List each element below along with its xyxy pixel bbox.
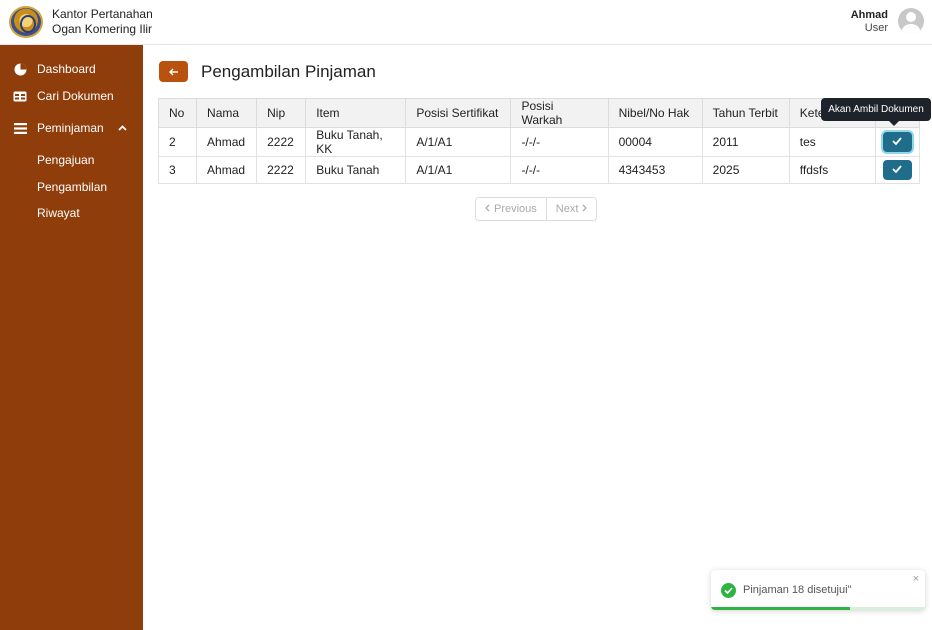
table-cell: -/-/-	[510, 156, 609, 184]
table-header-row: No Nama Nip Item Posisi Sertifikat Posis…	[157, 98, 921, 128]
table-cell: 2222	[256, 156, 307, 184]
previous-label: Previous	[494, 203, 537, 215]
table-cell: -/-/-	[510, 127, 609, 157]
org-name-line2: Ogan Komering Ilir	[52, 22, 153, 36]
chevron-left-icon	[485, 203, 490, 215]
table-icon	[12, 91, 28, 102]
main-content: Pengambilan Pinjaman No Nama Nip Item Po…	[143, 45, 932, 630]
bpn-logo-icon	[9, 6, 43, 38]
close-icon[interactable]: ×	[913, 573, 919, 585]
table-cell: Buku Tanah, KK	[305, 127, 407, 157]
approve-take-button[interactable]	[882, 132, 912, 152]
approve-take-button[interactable]	[882, 160, 912, 180]
table-cell-action	[874, 156, 921, 184]
previous-page-button[interactable]: Previous	[476, 198, 546, 220]
table-cell: A/1/A1	[405, 156, 512, 184]
table-cell-action	[874, 127, 921, 157]
column-header[interactable]: Posisi Warkah	[510, 98, 609, 128]
table-cell: 2222	[256, 127, 307, 157]
column-header[interactable]: Nip	[256, 98, 307, 128]
sidebar-item-label: Cari Dokumen	[37, 89, 114, 103]
next-page-button[interactable]: Next	[545, 198, 597, 220]
toast-progress-bar	[711, 607, 851, 610]
column-header[interactable]: Nibel/No Hak	[607, 98, 703, 128]
list-icon	[12, 122, 28, 134]
user-role: User	[864, 22, 888, 34]
sidebar-item-cari-dokumen[interactable]: Cari Dokumen	[0, 84, 143, 108]
table-cell: 00004	[607, 127, 703, 157]
page-title: Pengambilan Pinjaman	[201, 62, 376, 81]
sidebar-subitem-riwayat[interactable]: Riwayat	[37, 206, 80, 220]
chevron-up-icon	[118, 122, 127, 134]
user-info[interactable]: Ahmad User	[851, 9, 888, 35]
back-button[interactable]	[159, 61, 188, 82]
success-check-icon	[721, 583, 736, 598]
table-cell: A/1/A1	[405, 127, 512, 157]
chevron-right-icon	[582, 203, 588, 215]
user-name: Ahmad	[850, 9, 888, 21]
table-cell: ffdsfs	[788, 156, 876, 184]
column-header[interactable]: Nama	[196, 98, 258, 128]
table-row: 3 Ahmad 2222 Buku Tanah A/1/A1 -/-/- 434…	[157, 156, 921, 184]
sidebar-item-label: Peminjaman	[37, 121, 104, 135]
sidebar-subitem-pengambilan[interactable]: Pengambilan	[37, 180, 107, 194]
table-cell: Buku Tanah	[305, 156, 407, 184]
table-cell: Ahmad	[196, 127, 258, 157]
table-cell: 2025	[701, 156, 790, 184]
top-header: Kantor Pertanahan Ogan Komering Ilir Ahm…	[0, 0, 932, 45]
check-icon	[892, 164, 903, 176]
table-cell: 3	[157, 156, 198, 184]
tooltip: Akan Ambil Dokumen	[821, 98, 931, 126]
table-cell: 4343453	[607, 156, 703, 184]
org-name: Kantor Pertanahan Ogan Komering Ilir	[52, 7, 153, 37]
pagination: Previous Next	[475, 197, 598, 221]
table-cell: 2	[157, 127, 198, 157]
table-cell: 2011	[701, 127, 790, 157]
sidebar: Dashboard Cari Dokumen Peminjaman Pengaj…	[0, 45, 143, 630]
sidebar-item-label: Dashboard	[37, 62, 96, 76]
column-header[interactable]: No	[157, 98, 198, 128]
sidebar-subitem-pengajuan[interactable]: Pengajuan	[37, 153, 94, 167]
arrow-left-icon	[168, 65, 179, 79]
sidebar-item-dashboard[interactable]: Dashboard	[0, 57, 143, 81]
column-header[interactable]: Item	[305, 98, 407, 128]
pinjaman-table: No Nama Nip Item Posisi Sertifikat Posis…	[157, 98, 921, 184]
table-cell: Ahmad	[196, 156, 258, 184]
pie-chart-icon	[12, 63, 28, 76]
next-label: Next	[555, 203, 579, 215]
sidebar-item-peminjaman[interactable]: Peminjaman	[0, 116, 143, 140]
org-name-line1: Kantor Pertanahan	[52, 7, 153, 21]
table-row: 2 Ahmad 2222 Buku Tanah, KK A/1/A1 -/-/-…	[157, 127, 921, 157]
success-toast: Pinjaman 18 disetujui" ×	[711, 570, 925, 610]
column-header[interactable]: Tahun Terbit	[701, 98, 790, 128]
check-icon	[892, 136, 903, 148]
table-cell: tes	[788, 127, 876, 157]
toast-message: Pinjaman 18 disetujui"	[743, 584, 852, 596]
avatar[interactable]	[898, 8, 924, 34]
column-header[interactable]: Posisi Sertifikat	[405, 98, 512, 128]
